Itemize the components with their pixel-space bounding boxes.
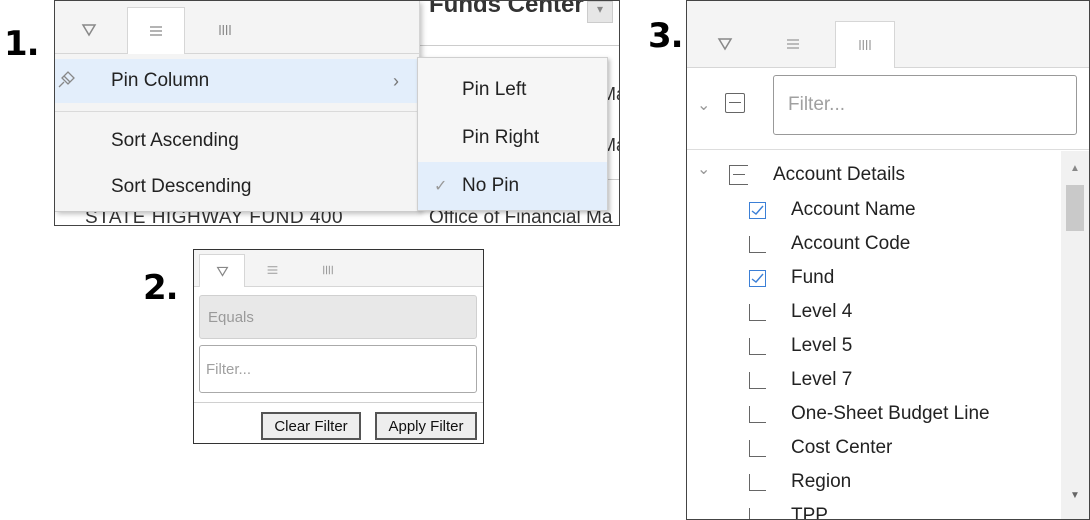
menu-icon bbox=[150, 26, 162, 36]
chevron-right-icon: › bbox=[393, 70, 399, 91]
column-list-item[interactable]: Region bbox=[791, 465, 851, 499]
checkbox-unchecked[interactable] bbox=[749, 474, 766, 491]
submenu-item-no-pin[interactable]: ✓ No Pin bbox=[418, 162, 607, 210]
checkbox-unchecked[interactable] bbox=[749, 372, 766, 389]
filter-icon bbox=[717, 38, 733, 51]
checkbox-unchecked[interactable] bbox=[749, 406, 766, 423]
column-list-item[interactable]: Account Name bbox=[791, 193, 916, 227]
scrollbar-thumb[interactable] bbox=[1066, 185, 1084, 231]
apply-filter-button[interactable]: Apply Filter bbox=[375, 412, 477, 440]
indeterminate-mark bbox=[729, 102, 741, 103]
vertical-scrollbar[interactable]: ▲ ▼ bbox=[1061, 151, 1089, 519]
columns-icon bbox=[859, 40, 871, 50]
checkbox-unchecked[interactable] bbox=[749, 304, 766, 321]
grid-divider bbox=[419, 45, 619, 46]
pin-submenu: Pin Left Pin Right ✓ No Pin bbox=[417, 57, 608, 211]
tab-general[interactable] bbox=[763, 21, 823, 67]
submenu-item-pin-right[interactable]: Pin Right bbox=[418, 114, 607, 162]
pin-icon bbox=[58, 71, 75, 88]
column-menu-screenshot: Funds Center ▾ Ma Ma STATE HIGHWAY FUND … bbox=[54, 0, 620, 226]
checkbox-unchecked[interactable] bbox=[749, 440, 766, 457]
filter-button-bar: Clear Filter Apply Filter bbox=[194, 402, 483, 443]
filter-icon bbox=[216, 266, 228, 277]
sort-ascending-label: Sort Ascending bbox=[111, 130, 239, 151]
menu-item-sort-descending[interactable]: Sort Descending bbox=[55, 165, 419, 209]
column-list-item[interactable]: Level 7 bbox=[791, 363, 852, 397]
filter-input[interactable] bbox=[199, 345, 477, 393]
column-list-item[interactable]: Level 5 bbox=[791, 329, 852, 363]
label-one: 1. bbox=[4, 24, 40, 64]
check-icon bbox=[751, 205, 764, 215]
check-icon bbox=[751, 273, 764, 283]
tab-columns[interactable] bbox=[835, 21, 895, 68]
select-all-checkbox[interactable] bbox=[725, 93, 745, 113]
label-three: 3. bbox=[648, 16, 684, 56]
menu-icon bbox=[267, 266, 277, 274]
group-checkbox[interactable] bbox=[729, 165, 748, 185]
pin-left-label: Pin Left bbox=[462, 79, 527, 100]
tab-columns[interactable] bbox=[306, 254, 350, 286]
submenu-item-pin-left[interactable]: Pin Left bbox=[418, 66, 607, 114]
column-list-item[interactable]: Cost Center bbox=[791, 431, 892, 465]
column-list-item[interactable]: TPP bbox=[791, 499, 828, 519]
pin-right-label: Pin Right bbox=[462, 127, 540, 148]
column-list-item[interactable]: Account Code bbox=[791, 227, 910, 261]
checkbox-unchecked[interactable] bbox=[749, 508, 766, 519]
scroll-up-arrow-icon[interactable]: ▲ bbox=[1070, 163, 1080, 174]
pin-column-label: Pin Column bbox=[111, 70, 210, 91]
clear-filter-button[interactable]: Clear Filter bbox=[261, 412, 361, 440]
columns-menu-screenshot: ⌄ ⌄ Account Details Account NameAccount … bbox=[686, 0, 1090, 520]
tab-filter[interactable] bbox=[695, 21, 755, 67]
label-two: 2. bbox=[143, 268, 179, 308]
tab-general[interactable] bbox=[127, 7, 185, 54]
checkbox-unchecked[interactable] bbox=[749, 236, 766, 253]
column-list-item[interactable]: One-Sheet Budget Line bbox=[791, 397, 990, 431]
tab-columns[interactable] bbox=[195, 7, 255, 53]
filter-menu-screenshot: Equals Clear Filter Apply Filter bbox=[193, 249, 484, 444]
panel-divider bbox=[687, 149, 1089, 150]
checkbox-checked[interactable] bbox=[749, 270, 766, 287]
tab-filter[interactable] bbox=[55, 7, 123, 53]
columns-icon bbox=[219, 25, 231, 35]
menu-tabs bbox=[194, 250, 483, 287]
checkbox-unchecked[interactable] bbox=[749, 338, 766, 355]
columns-icon bbox=[323, 265, 333, 275]
column-list-item[interactable]: Fund bbox=[791, 261, 834, 295]
filter-icon bbox=[81, 24, 97, 37]
indeterminate-mark bbox=[733, 174, 745, 175]
column-filter-input[interactable] bbox=[773, 75, 1077, 135]
scroll-down-arrow-icon[interactable]: ▼ bbox=[1070, 490, 1080, 501]
menu-separator bbox=[55, 111, 419, 112]
checkmark-icon: ✓ bbox=[434, 178, 448, 195]
menu-tabs bbox=[687, 1, 1089, 68]
grid-header-funds-center: Funds Center bbox=[429, 0, 584, 18]
column-list-item[interactable]: Level 4 bbox=[791, 295, 852, 329]
chevron-down-icon[interactable]: ⌄ bbox=[697, 159, 710, 179]
menu-item-pin-column[interactable]: Pin Column › bbox=[55, 59, 419, 103]
chevron-down-icon[interactable]: ⌄ bbox=[697, 95, 710, 115]
header-menu-button[interactable]: ▾ bbox=[587, 1, 613, 23]
no-pin-label: No Pin bbox=[462, 175, 520, 196]
menu-icon bbox=[787, 39, 799, 49]
tab-general[interactable] bbox=[250, 254, 294, 286]
sort-descending-label: Sort Descending bbox=[111, 176, 252, 197]
menu-item-sort-ascending[interactable]: Sort Ascending bbox=[55, 119, 419, 163]
menu-tabs bbox=[55, 1, 419, 54]
column-menu: Pin Column › Sort Ascending Sort Descend… bbox=[55, 1, 420, 212]
column-group-account-details[interactable]: Account Details bbox=[773, 158, 905, 192]
filter-type-select[interactable]: Equals bbox=[199, 295, 477, 339]
tab-filter[interactable] bbox=[199, 254, 245, 287]
checkbox-checked[interactable] bbox=[749, 202, 766, 219]
